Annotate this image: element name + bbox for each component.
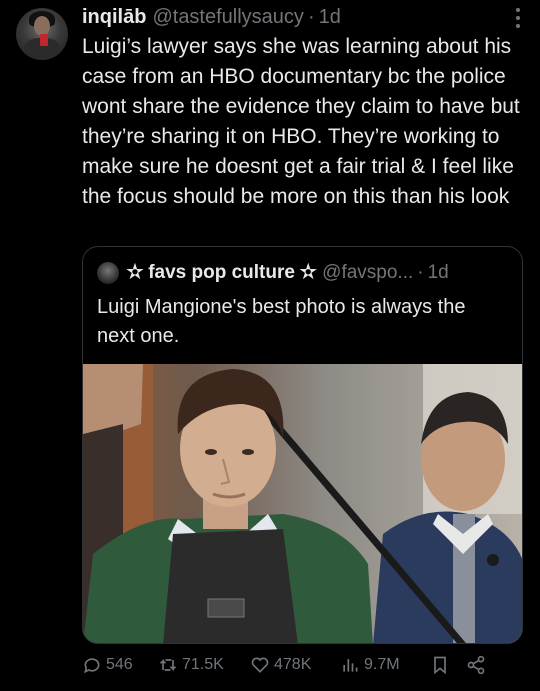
share-icon xyxy=(467,655,485,675)
views-chart-icon xyxy=(343,659,358,672)
bookmark-icon xyxy=(434,656,446,675)
reply-button[interactable]: 546 xyxy=(82,655,158,675)
repost-button[interactable]: 71.5K xyxy=(158,655,250,675)
bookmark-button[interactable] xyxy=(430,655,466,675)
repost-count: 71.5K xyxy=(182,656,224,673)
repost-icon xyxy=(159,658,177,672)
tweet-text: Luigi’s lawyer says she was learning abo… xyxy=(82,35,526,208)
reply-count: 546 xyxy=(106,656,133,673)
quote-text: Luigi Mangione's best photo is always th… xyxy=(97,296,466,347)
author-avatar[interactable] xyxy=(16,8,68,60)
separator-dot: · xyxy=(417,261,424,283)
courtroom-photo xyxy=(83,364,522,643)
quote-author-handle: @favspo... xyxy=(322,261,414,283)
author-name[interactable]: inqilāb xyxy=(82,4,146,30)
quote-photo[interactable] xyxy=(83,364,522,643)
share-button[interactable] xyxy=(466,655,496,675)
separator-dot: · xyxy=(307,6,315,28)
quote-author-name: ✫ favs pop culture ✫ xyxy=(127,262,317,283)
views-button[interactable]: 9.7M xyxy=(340,655,430,675)
tweet-actions: 546 71.5K 478K 9.7M xyxy=(82,651,522,679)
like-count: 478K xyxy=(274,656,312,673)
avatar-phone xyxy=(40,34,48,46)
view-count: 9.7M xyxy=(364,656,400,673)
author-handle[interactable]: @tastefullysaucy xyxy=(152,4,303,30)
quote-header: ✫ favs pop culture ✫ @favspo... · 1d xyxy=(97,261,449,284)
avatar-face xyxy=(34,16,50,36)
reply-icon xyxy=(84,658,100,674)
more-options-icon[interactable] xyxy=(516,8,522,32)
tweet-timestamp[interactable]: 1d xyxy=(319,4,341,30)
quote-avatar xyxy=(97,261,119,284)
tweet-header: inqilāb @tastefullysaucy · 1d xyxy=(82,4,341,30)
quote-timestamp: 1d xyxy=(427,261,449,283)
like-button[interactable]: 478K xyxy=(250,655,340,675)
heart-icon xyxy=(251,657,269,673)
quoted-tweet[interactable]: ✫ favs pop culture ✫ @favspo... · 1d Lui… xyxy=(82,246,523,644)
